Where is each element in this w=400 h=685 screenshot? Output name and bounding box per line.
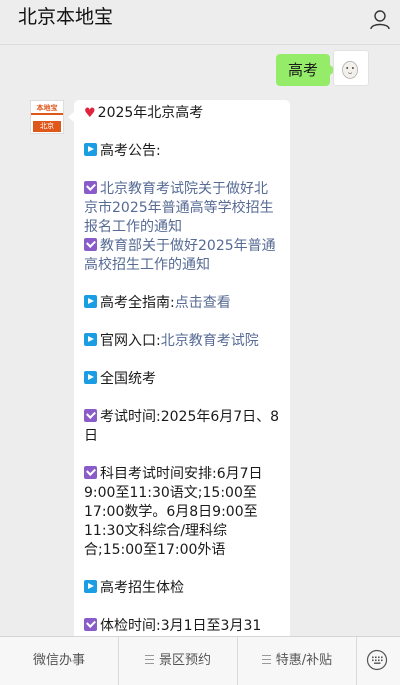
menu-label: 微信办事 — [32, 653, 85, 668]
play-icon — [84, 333, 97, 346]
section-label: 全国统考 — [100, 371, 156, 387]
physical-time-text: 体检时间:3月1日至3月31 — [100, 618, 262, 634]
sent-message-bubble: 高考 — [275, 54, 337, 86]
user-avatar[interactable] — [333, 50, 369, 86]
schedule-item: 科目考试时间安排:6月7日9:00至11:30语文;15:00至17:00数学。… — [84, 465, 280, 560]
section-guide: 高考全指南:点击查看 — [84, 294, 280, 313]
check-icon — [84, 238, 97, 251]
submenu-icon — [144, 655, 154, 664]
announcement-link-1[interactable]: 北京教育考试院关于做好北京市2025年普通高等学校招生报名工作的通知 — [84, 180, 280, 237]
guide-link[interactable]: 点击查看 — [175, 295, 231, 311]
avatar-city-label: 北京 — [33, 121, 61, 132]
section-physical-exam: 高考招生体检 — [84, 579, 280, 598]
section-label: 官网入口: — [100, 333, 161, 349]
menu-item-discount-subsidy[interactable]: 特惠/补贴 — [238, 637, 356, 685]
section-announcement: 高考公告: — [84, 142, 280, 161]
section-national-exam: 全国统考 — [84, 370, 280, 389]
check-icon — [84, 181, 97, 194]
play-icon — [84, 143, 97, 156]
menu-label: 景区预约 — [158, 653, 211, 668]
play-icon — [84, 580, 97, 593]
reply-title: 2025年北京高考 — [97, 105, 204, 121]
link-text[interactable]: 北京教育考试院关于做好北京市2025年普通高等学校招生报名工作的通知 — [84, 181, 274, 235]
header-bar: 北京本地宝 — [0, 0, 400, 45]
menu-divider — [356, 637, 357, 685]
schedule-text: 科目考试时间安排:6月7日9:00至11:30语文;15:00至17:00数学。… — [84, 466, 263, 558]
check-icon — [84, 618, 97, 631]
chat-area[interactable]: 高考 本地宝 北京 ♥ 2025年北京高考 高考公告: 北京教育考试院关于做好北京… — [0, 44, 400, 636]
menu-item-scenic-booking[interactable]: 景区预约 — [119, 637, 237, 685]
section-label: 高考全指南: — [100, 295, 175, 311]
reply-message-bubble: ♥ 2025年北京高考 高考公告: 北京教育考试院关于做好北京市2025年普通高等… — [68, 100, 290, 636]
check-icon — [84, 466, 97, 479]
physical-time-item: 体检时间:3月1日至3月31 — [84, 617, 280, 636]
menu-label: 特惠/补贴 — [275, 653, 333, 668]
play-icon — [84, 371, 97, 384]
cartoon-avatar-icon — [342, 61, 358, 79]
page-title: 北京本地宝 — [18, 6, 114, 28]
official-site-link[interactable]: 北京教育考试院 — [161, 333, 259, 349]
exam-time-item: 考试时间:2025年6月7日、8日 — [84, 408, 280, 446]
play-icon — [84, 295, 97, 308]
menu-item-wechat-services[interactable]: 微信办事 — [0, 637, 118, 685]
keyboard-icon[interactable] — [366, 649, 388, 671]
avatar-logo-line — [31, 113, 63, 115]
section-official-site: 官网入口:北京教育考试院 — [84, 332, 280, 351]
link-text[interactable]: 教育部关于做好2025年普通高校招生工作的通知 — [84, 238, 276, 273]
announcement-link-2[interactable]: 教育部关于做好2025年普通高校招生工作的通知 — [84, 237, 280, 275]
heart-icon: ♥ — [84, 106, 96, 121]
reply-title-line: ♥ 2025年北京高考 — [84, 104, 280, 123]
exam-time-text: 考试时间:2025年6月7日、8日 — [84, 409, 280, 444]
bendibao-avatar[interactable]: 本地宝 北京 — [30, 100, 64, 134]
section-label: 高考招生体检 — [100, 580, 184, 596]
check-icon — [84, 409, 97, 422]
user-profile-icon[interactable] — [368, 8, 392, 32]
submenu-icon — [261, 655, 271, 664]
avatar-logo-text: 本地宝 — [36, 104, 58, 112]
bottom-menu: 微信办事 景区预约 特惠/补贴 — [0, 636, 400, 685]
section-label: 高考公告: — [100, 143, 161, 159]
